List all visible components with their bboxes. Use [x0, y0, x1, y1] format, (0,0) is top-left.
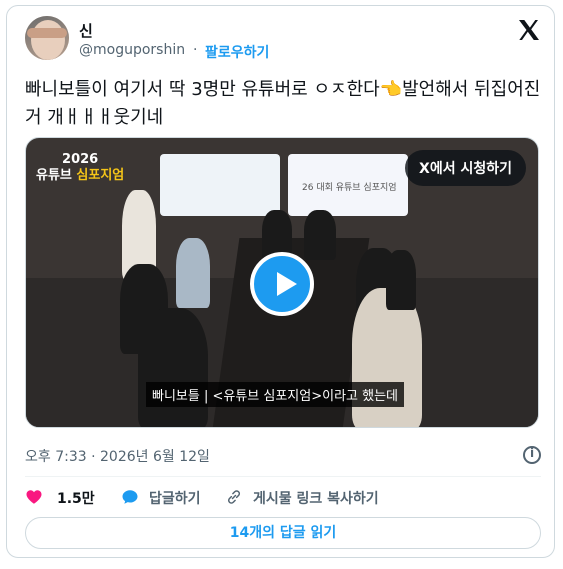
- reply-bubble-icon[interactable]: [121, 488, 139, 506]
- logo-year: 2026: [62, 152, 99, 167]
- like-count[interactable]: 1.5만: [57, 488, 95, 508]
- symposium-logo: 2026 유튜브 심포지엄: [36, 152, 124, 184]
- info-icon[interactable]: i: [523, 446, 541, 464]
- avatar[interactable]: [25, 16, 69, 60]
- watch-on-x-button[interactable]: X에서 시청하기: [405, 150, 526, 186]
- author-handle[interactable]: @moguporshin: [79, 42, 185, 58]
- video-frame-person: [138, 308, 208, 427]
- logo-title: 유튜브 심포지엄: [36, 168, 124, 184]
- author-name[interactable]: 신: [79, 20, 93, 41]
- separator-dot: ·: [193, 42, 198, 58]
- video-frame-person: [304, 210, 336, 260]
- follow-button[interactable]: 팔로우하기: [205, 42, 269, 62]
- tweet-text: 빠니보틀이 여기서 딱 3명만 유튜버로 ㅇㅈ한다👈발언해서 뒤집어진거 개ㅐㅐ…: [25, 79, 541, 128]
- logo-title-highlight: 심포지엄: [76, 168, 125, 183]
- play-button[interactable]: [250, 252, 314, 316]
- avatar-face: [31, 20, 65, 60]
- copy-link-button[interactable]: 게시물 링크 복사하기: [253, 488, 379, 508]
- reply-button[interactable]: 답글하기: [149, 488, 201, 508]
- video-frame-screen-left: [160, 154, 280, 216]
- video-player[interactable]: 26 대회 유튜브 심포지엄 2026 유튜브 심포지엄 X에서 시청하기 빠니…: [25, 137, 539, 428]
- video-frame-person: [176, 238, 210, 308]
- video-caption: 빠니보틀 | <유튜브 심포지엄>이라고 했는데: [146, 382, 405, 407]
- read-replies-button[interactable]: 14개의 답글 읽기: [25, 517, 541, 549]
- video-frame-screen-right: 26 대회 유튜브 심포지엄: [288, 154, 408, 216]
- avatar-hand: [27, 28, 67, 38]
- tweet-timestamp[interactable]: 오후 7:33 · 2026년 6월 12일: [25, 446, 210, 466]
- link-icon[interactable]: [225, 488, 243, 506]
- heart-icon[interactable]: [25, 488, 43, 506]
- play-icon: [277, 272, 297, 296]
- x-logo-icon[interactable]: [517, 18, 541, 42]
- tweet-card: 신 @moguporshin · 팔로우하기 빠니보틀이 여기서 딱 3명만 유…: [6, 5, 555, 558]
- screen-text: 26 대회 유튜브 심포지엄: [302, 183, 397, 193]
- video-frame-person: [386, 250, 416, 310]
- divider: [25, 476, 541, 477]
- logo-title-prefix: 유튜브: [36, 168, 77, 183]
